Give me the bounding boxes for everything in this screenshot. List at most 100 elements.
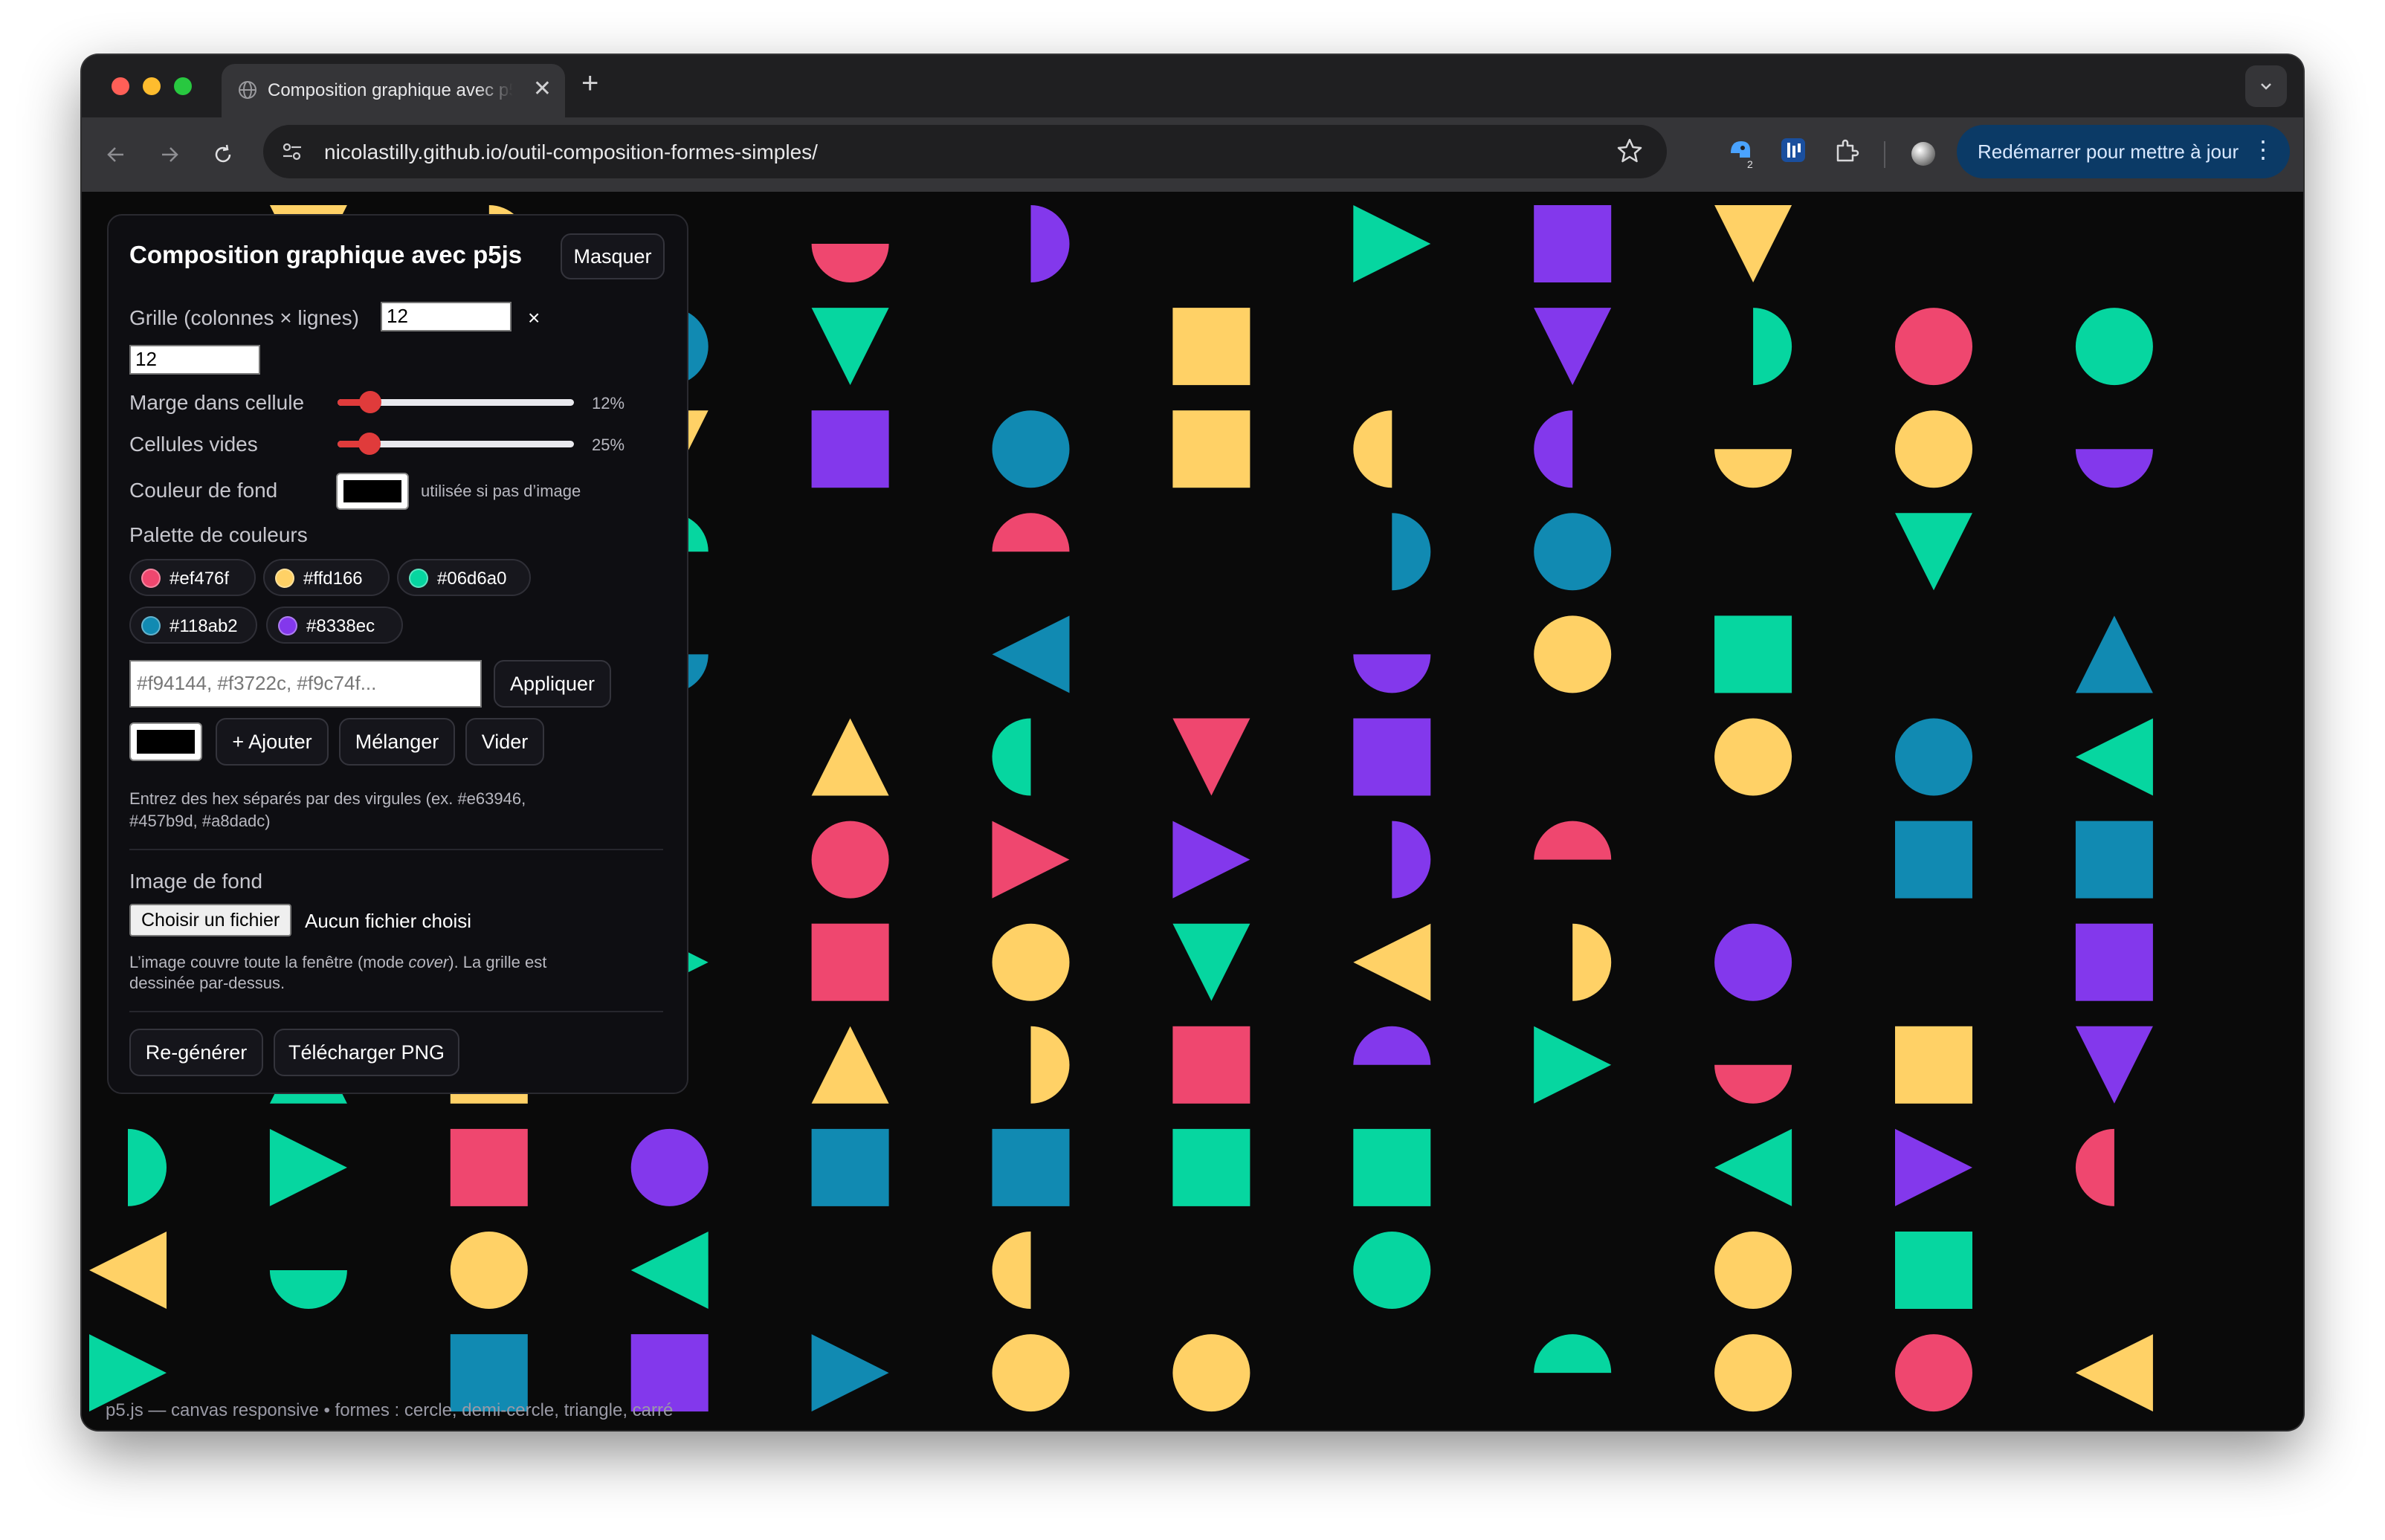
shape-triangle: [1714, 205, 1792, 282]
shape-square: [2075, 923, 2153, 1001]
shape-half: [1714, 449, 1792, 488]
restart-label: Redémarrer pour mettre à jour: [1978, 140, 2239, 163]
footer-caption: p5.js — canvas responsive • formes : cer…: [106, 1400, 674, 1420]
palette-chip-label: #ef476f: [170, 569, 230, 589]
profile-avatar[interactable]: [1909, 140, 1937, 172]
shape-triangle: [811, 718, 889, 796]
shape-half: [1714, 1064, 1792, 1104]
tab-active[interactable]: Composition graphique avec p5js ✕: [222, 64, 565, 117]
image-hint-cover: cover: [408, 953, 449, 971]
shape-triangle: [1353, 205, 1431, 282]
hide-panel-button[interactable]: Masquer: [561, 233, 665, 279]
palette-chip[interactable]: #118ab2: [129, 606, 257, 644]
shape-square: [1714, 615, 1792, 693]
palette-chip[interactable]: #06d6a0: [397, 559, 531, 596]
empty-cells-slider[interactable]: [338, 433, 574, 455]
shape-triangle: [2075, 1334, 2153, 1412]
shape-triangle: [992, 821, 1070, 899]
shape-triangle: [2075, 718, 2153, 796]
extensions-puzzle-icon[interactable]: [1832, 137, 1860, 169]
shape-circle: [1714, 1232, 1792, 1309]
reload-button[interactable]: [207, 138, 239, 171]
shape-half: [128, 1128, 167, 1206]
minimize-window-button[interactable]: [143, 77, 161, 95]
image-hint-line-2: dessinée par-dessus.: [129, 974, 285, 992]
grid-rows-input[interactable]: 12: [129, 345, 260, 375]
shape-circle: [992, 410, 1070, 488]
shape-half: [1353, 1026, 1431, 1065]
extension-blue-icon[interactable]: 2: [1726, 137, 1756, 173]
tab-search-button[interactable]: [2245, 65, 2287, 107]
p5-canvas[interactable]: p5.js — canvas responsive • formes : cer…: [82, 192, 2303, 1430]
extension-bars-icon[interactable]: [1780, 137, 1807, 167]
shape-half: [1392, 513, 1431, 591]
site-settings-icon: [283, 143, 301, 161]
panel-title: Composition graphique avec p5js: [129, 241, 523, 268]
new-color-picker[interactable]: [129, 722, 202, 761]
shape-circle: [1534, 513, 1612, 591]
palette-chip[interactable]: #8338ec: [266, 606, 403, 644]
shape-half: [1392, 821, 1431, 899]
shape-half: [811, 244, 889, 282]
shape-half: [1534, 410, 1573, 488]
regenerate-button[interactable]: Re-générer: [129, 1029, 263, 1076]
grid-columns-input[interactable]: 12: [381, 302, 511, 331]
bookmark-star-icon[interactable]: [1615, 136, 1645, 166]
forward-button[interactable]: [153, 138, 186, 171]
bg-color-label: Couleur de fond: [129, 479, 278, 502]
shape-half: [1030, 205, 1070, 282]
shape-triangle: [1172, 821, 1250, 899]
shape-triangle: [1714, 1128, 1792, 1206]
palette-chip[interactable]: #ffd166: [263, 559, 390, 596]
shuffle-palette-button[interactable]: Mélanger: [339, 718, 455, 766]
palette-chip-label: #118ab2: [170, 616, 238, 636]
restart-to-update-button[interactable]: Redémarrer pour mettre à jour ⋮: [1957, 125, 2290, 178]
no-file-chosen-text: Aucun fichier choisi: [305, 910, 471, 932]
shape-square: [2075, 821, 2153, 899]
image-hint-line-1: L’image couvre toute la fenêtre (mode co…: [129, 953, 546, 972]
shape-circle: [811, 821, 889, 899]
bg-color-picker[interactable]: [336, 473, 409, 510]
close-tab-icon[interactable]: ✕: [533, 77, 552, 101]
shape-triangle: [1895, 513, 1972, 591]
browser-toolbar: nicolastilly.github.io/outil-composition…: [82, 117, 2303, 192]
shape-circle: [2075, 308, 2153, 386]
download-png-button[interactable]: Télécharger PNG: [274, 1029, 459, 1076]
palette-chip-dot: [275, 569, 294, 588]
new-tab-icon[interactable]: +: [581, 67, 598, 100]
shape-triangle: [89, 1232, 167, 1309]
shape-square: [1353, 718, 1431, 796]
close-window-button[interactable]: [112, 77, 129, 95]
shape-triangle: [1895, 1128, 1972, 1206]
shape-square: [1172, 1128, 1250, 1206]
address-bar[interactable]: nicolastilly.github.io/outil-composition…: [263, 125, 1667, 178]
back-button[interactable]: [100, 138, 132, 171]
margin-slider[interactable]: [338, 391, 574, 413]
shape-circle: [1714, 923, 1792, 1001]
palette-hint-line-1: Entrez des hex séparés par des virgules …: [129, 789, 526, 808]
shape-circle: [1895, 1334, 1972, 1412]
empty-thumb[interactable]: [358, 433, 381, 455]
clear-palette-button[interactable]: Vider: [465, 718, 544, 766]
margin-thumb[interactable]: [359, 391, 382, 413]
palette-chip-dot: [409, 569, 428, 588]
shape-circle: [1895, 410, 1972, 488]
shape-triangle: [1534, 308, 1612, 386]
bg-color-swatch: [343, 480, 401, 502]
choose-file-button[interactable]: Choisir un fichier: [129, 904, 292, 936]
shape-half: [2075, 1128, 2114, 1206]
shape-half: [1534, 821, 1612, 860]
margin-label: Marge dans cellule: [129, 391, 305, 414]
empty-cells-label: Cellules vides: [129, 433, 258, 456]
add-color-button[interactable]: + Ajouter: [216, 718, 329, 766]
maximize-window-button[interactable]: [174, 77, 192, 95]
margin-value: 12%: [592, 394, 625, 412]
palette-input[interactable]: #f94144, #f3722c, #f9c74f...: [129, 660, 482, 708]
palette-chip[interactable]: #ef476f: [129, 559, 256, 596]
palette-chip-label: #ffd166: [303, 569, 363, 589]
shape-half: [1534, 1334, 1612, 1374]
apply-palette-button[interactable]: Appliquer: [494, 660, 611, 708]
shape-square: [1895, 1232, 1972, 1309]
shape-triangle: [630, 1232, 709, 1309]
shape-half: [992, 718, 1031, 796]
